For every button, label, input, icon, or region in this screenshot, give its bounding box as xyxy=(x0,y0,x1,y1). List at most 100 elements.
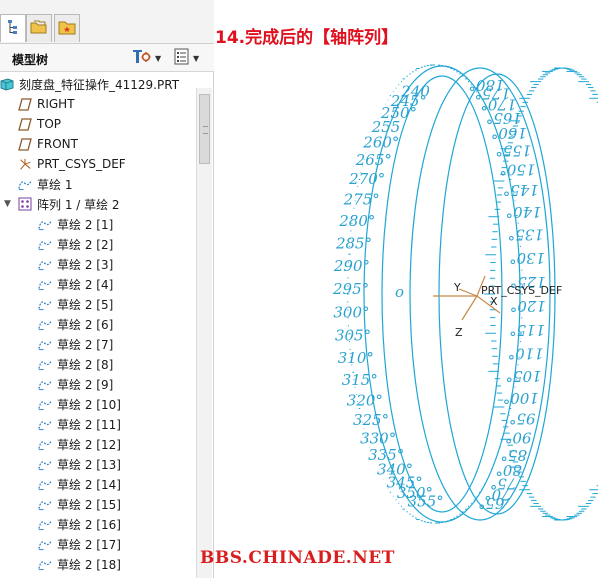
sketch-icon xyxy=(38,417,52,431)
navigator-tab-strip xyxy=(0,0,214,44)
sketch-icon xyxy=(38,397,52,411)
folder-browser-icon xyxy=(30,19,48,39)
tree-item[interactable]: 草绘 2 [10] xyxy=(38,394,196,414)
dial-label-right: 145° xyxy=(503,181,539,199)
tree-item[interactable]: 草绘 2 [1] xyxy=(38,214,196,234)
dial-label-left: 315° xyxy=(342,371,378,389)
tree-item-label: 草绘 2 [7] xyxy=(57,337,114,352)
scrollbar-thumb[interactable] xyxy=(199,94,210,164)
tree-item-label: 草绘 2 [1] xyxy=(57,217,114,232)
sketch-icon xyxy=(38,377,52,391)
tree-item-label: 草绘 2 [3] xyxy=(57,257,114,272)
sketch-icon xyxy=(38,297,52,311)
tree-item-label: 草绘 1 xyxy=(37,177,73,192)
tree-item[interactable]: 草绘 2 [3] xyxy=(38,254,196,274)
tree-item[interactable]: 草绘 2 [18] xyxy=(38,554,196,574)
tree-item-label: TOP xyxy=(37,117,62,131)
tree-item[interactable]: RIGHT xyxy=(18,94,196,114)
folder-browser-tab[interactable] xyxy=(26,14,52,42)
favorites-tab[interactable] xyxy=(54,14,80,42)
dial-label-left: 300° xyxy=(333,303,369,321)
datum-plane-icon xyxy=(18,137,32,151)
forum-watermark: BBS.CHINADE.NET xyxy=(200,548,395,568)
dial-label-right: 155° xyxy=(495,142,531,160)
axis-z-label: Z xyxy=(455,326,463,339)
tree-item[interactable]: 草绘 2 [7] xyxy=(38,334,196,354)
dial-label-right: 110° xyxy=(508,344,544,362)
sketch-icon xyxy=(38,317,52,331)
dial-label-left: 325° xyxy=(353,411,389,429)
datum-plane-icon xyxy=(18,117,32,131)
tree-item[interactable]: 草绘 2 [2] xyxy=(38,234,196,254)
sketch-icon xyxy=(38,217,52,231)
dial-label-left: 330° xyxy=(360,429,396,447)
dial-label-right: 150° xyxy=(499,161,535,179)
settings-icon xyxy=(132,49,152,69)
coordinate-system-icon xyxy=(18,157,32,171)
model-tree-list: 刻度盘_特征操作_41129.PRT RIGHT TOP FRONT PRT_CSYS_… xyxy=(0,72,196,578)
part-icon xyxy=(0,77,14,91)
datum-plane-icon xyxy=(18,97,32,111)
tree-item-label: 草绘 2 [17] xyxy=(57,537,121,552)
tree-item[interactable]: 草绘 2 [14] xyxy=(38,474,196,494)
dial-center-mark: o xyxy=(395,283,404,301)
tree-item[interactable]: 草绘 2 [16] xyxy=(38,514,196,534)
dial-label-left: 295° xyxy=(332,280,369,298)
tree-item-label: 草绘 2 [2] xyxy=(57,237,114,252)
tree-item[interactable]: 草绘 2 [8] xyxy=(38,354,196,374)
sketch-icon xyxy=(38,437,52,451)
tree-item[interactable]: PRT_CSYS_DEF xyxy=(18,154,196,174)
sketch-icon xyxy=(38,337,52,351)
model-tree-panel: 模型树 ▼ ▼ 刻度盘_特征操作_41129.PRT RIGHT TOP FRONT P… xyxy=(0,0,214,578)
sketch-icon xyxy=(38,277,52,291)
tree-item[interactable]: 草绘 2 [5] xyxy=(38,294,196,314)
favorites-icon xyxy=(58,19,76,39)
dial-label-left: 310° xyxy=(338,349,374,367)
graphics-window[interactable]: 240 245° 250° 255 260° 265° 270° 275° 280° 285° 29… xyxy=(200,0,598,578)
tree-item[interactable]: 草绘 1 xyxy=(18,174,196,194)
tree-item[interactable]: 草绘 2 [17] xyxy=(38,534,196,554)
dial-label-left: 280° xyxy=(338,212,375,230)
tree-item[interactable]: FRONT xyxy=(18,134,196,154)
tree-item[interactable]: 草绘 2 [4] xyxy=(38,274,196,294)
dial-label-left: 355° xyxy=(408,492,444,510)
tree-item-label: 草绘 2 [15] xyxy=(57,497,121,512)
tree-item-root-part[interactable]: 刻度盘_特征操作_41129.PRT xyxy=(0,74,196,94)
dial-label-left: 270° xyxy=(348,170,385,188)
tree-item[interactable]: TOP xyxy=(18,114,196,134)
tree-item-label: 草绘 2 [8] xyxy=(57,357,114,372)
sketch-icon xyxy=(38,237,52,251)
dial-label-right: 160° xyxy=(491,124,527,142)
tree-settings-button[interactable]: ▼ xyxy=(132,49,168,68)
dial-label-left: 275° xyxy=(343,191,380,209)
tree-item[interactable]: 草绘 2 [13] xyxy=(38,454,196,474)
tree-item[interactable]: 草绘 2 [11] xyxy=(38,414,196,434)
model-tree-tab[interactable] xyxy=(0,14,26,42)
dial-label-left: 320° xyxy=(347,392,383,410)
dial-label-right: 135° xyxy=(508,226,544,244)
sketch-icon xyxy=(38,457,52,471)
tree-item[interactable]: 草绘 2 [15] xyxy=(38,494,196,514)
chevron-down-icon: ▼ xyxy=(155,54,162,63)
tree-item-label: 草绘 2 [14] xyxy=(57,477,121,492)
dial-label-right: 165° xyxy=(486,109,522,127)
dial-label-right: 130° xyxy=(509,249,545,267)
chevron-down-icon: ▼ xyxy=(193,54,200,63)
dial-label-right: 115° xyxy=(509,321,545,339)
tree-item-label: FRONT xyxy=(37,137,78,151)
tree-item-pattern[interactable]: ▼ 阵列 1 / 草绘 2 xyxy=(4,194,196,214)
tree-item-label: 草绘 2 [16] xyxy=(57,517,121,532)
axis-y-label: Y xyxy=(453,281,461,294)
tree-item[interactable]: 草绘 2 [9] xyxy=(38,374,196,394)
tree-item[interactable]: 草绘 2 [12] xyxy=(38,434,196,454)
collapse-chevron-icon[interactable]: ▼ xyxy=(4,199,11,209)
tree-item-label: 草绘 2 [18] xyxy=(57,557,121,572)
pattern-icon xyxy=(18,197,32,211)
tree-item[interactable]: 草绘 2 [6] xyxy=(38,314,196,334)
tree-show-button[interactable]: ▼ xyxy=(174,48,210,69)
dial-label-left: 265° xyxy=(355,151,392,169)
show-icon xyxy=(174,48,190,69)
sketch-icon xyxy=(38,357,52,371)
dial-label-left: 260° xyxy=(362,134,399,152)
tree-scrollbar[interactable] xyxy=(196,88,212,578)
